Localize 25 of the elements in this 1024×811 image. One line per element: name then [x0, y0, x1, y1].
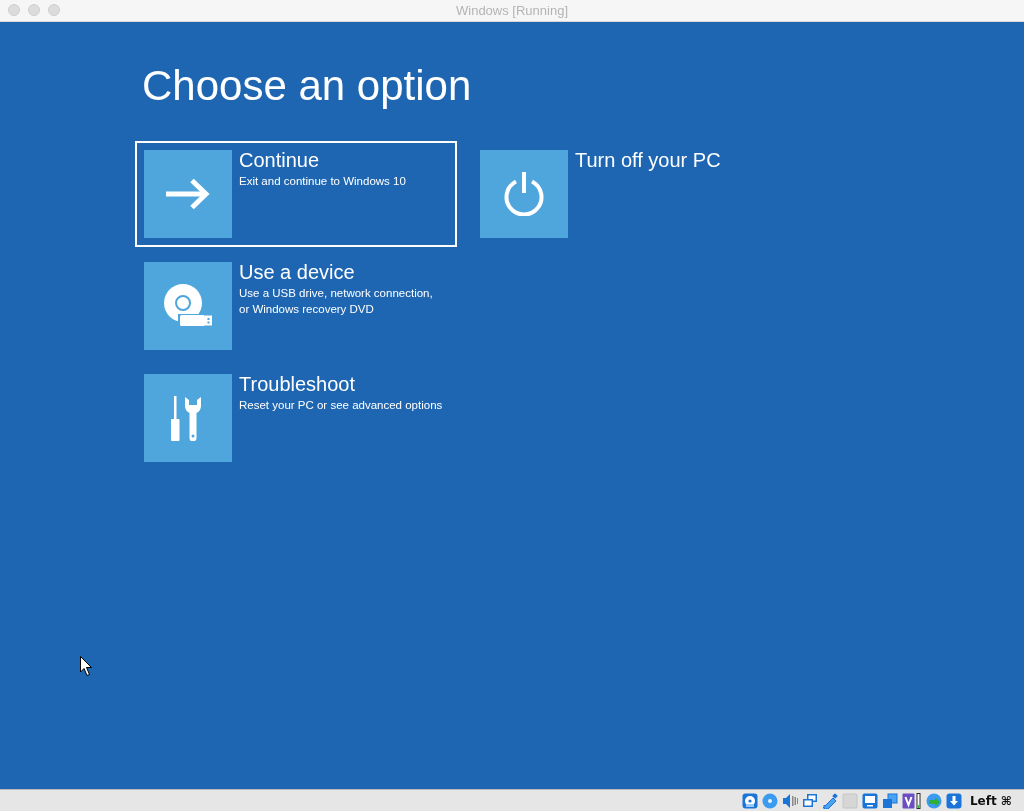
- option-tile[interactable]: Turn off your PC: [471, 141, 793, 247]
- disc-usb-icon: [164, 284, 212, 328]
- power-icon: [504, 172, 544, 216]
- overlapping-squares-icon[interactable]: [881, 792, 898, 809]
- network-monitors-icon[interactable]: [801, 792, 818, 809]
- option-title: Use a device: [239, 260, 356, 284]
- option-title: Troubleshoot: [239, 372, 356, 396]
- mouse-cursor-icon: [80, 656, 93, 677]
- option-tile[interactable]: Continue Exit and continue to Windows 10: [135, 141, 457, 247]
- option-title: Turn off your PC: [575, 148, 721, 172]
- option-tile[interactable]: Troubleshoot Reset your PC or see advanced options: [135, 365, 457, 471]
- speaker-icon[interactable]: [781, 792, 798, 809]
- optical-disc-icon[interactable]: [761, 792, 778, 809]
- window-title: Windows [Running]: [456, 1, 568, 20]
- option-description: Reset your PC or see advanced options: [239, 398, 443, 413]
- option-description: Use a USB drive, network connection, or Windows recovery DVD: [239, 286, 433, 317]
- chip-icon[interactable]: [901, 792, 922, 809]
- hard-disk-icon[interactable]: [741, 792, 758, 809]
- usb-stick-icon[interactable]: [821, 792, 838, 809]
- option-description: Exit and continue to Windows 10: [239, 174, 406, 189]
- option-tile[interactable]: Use a device Use a USB drive, network connection, or Windows recovery DVD: [135, 253, 457, 359]
- host-key-label: Left ⌘: [969, 792, 1012, 810]
- screen-heading: Choose an option: [142, 61, 473, 111]
- display-icon[interactable]: [861, 792, 878, 809]
- option-title: Continue: [239, 148, 321, 172]
